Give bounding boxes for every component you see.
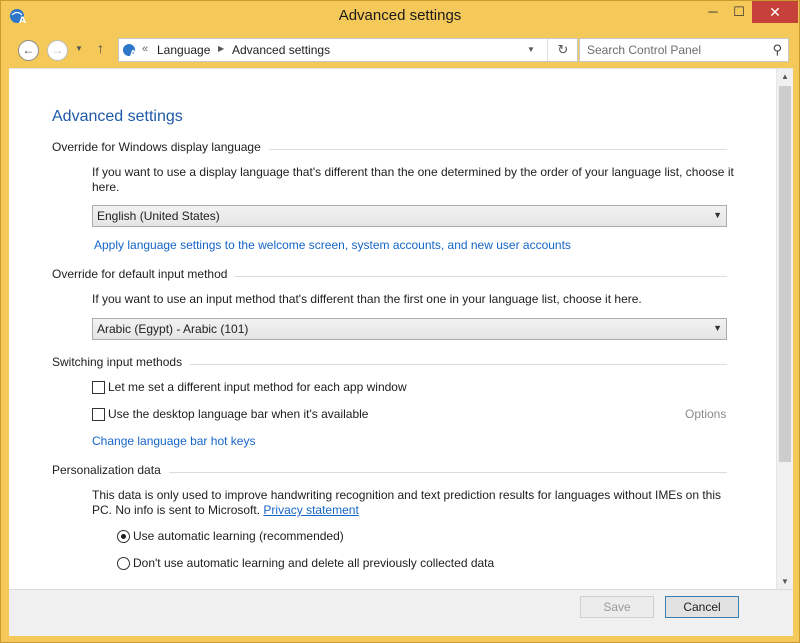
display-language-description: If you want to use a display language th… <box>92 165 734 194</box>
recent-locations-button[interactable]: ▼ <box>75 44 83 53</box>
input-method-select[interactable]: Arabic (Egypt) - Arabic (101) ▼ <box>92 318 727 340</box>
section-display-language: Override for Windows display language <box>52 140 727 158</box>
language-bar-options-link[interactable]: Options <box>685 407 726 421</box>
forward-button[interactable]: → <box>47 40 68 61</box>
refresh-button[interactable]: ↻ <box>547 39 578 61</box>
no-automatic-learning-radio[interactable] <box>117 557 130 570</box>
close-button[interactable]: ✕ <box>752 1 798 23</box>
window-title: Advanced settings <box>338 7 462 24</box>
dialog-footer: Save Cancel <box>9 589 793 636</box>
breadcrumb-language[interactable]: Language <box>157 43 210 57</box>
input-method-description: If you want to use an input method that'… <box>92 292 642 306</box>
automatic-learning-radio[interactable] <box>117 530 130 543</box>
desktop-language-bar-checkbox[interactable] <box>92 408 105 421</box>
section-heading: Switching input methods <box>52 355 191 369</box>
vertical-scrollbar[interactable]: ▲ ▼ <box>776 69 793 589</box>
display-language-select[interactable]: English (United States) ▼ <box>92 205 727 227</box>
checkbox-label[interactable]: Use the desktop language bar when it's a… <box>108 407 368 421</box>
svg-text:A: A <box>130 49 137 58</box>
description-text: This data is only used to improve handwr… <box>92 488 722 517</box>
section-heading: Override for default input method <box>52 267 236 281</box>
page-title: Advanced settings <box>52 108 183 125</box>
change-hot-keys-link[interactable]: Change language bar hot keys <box>92 434 255 448</box>
navigation-bar: ← → ▼ ↑ A « Language ▶ Advanced settings… <box>9 32 793 68</box>
scroll-thumb[interactable] <box>779 86 791 462</box>
section-personalization: Personalization data <box>52 463 727 481</box>
breadcrumb-advanced-settings[interactable]: Advanced settings <box>232 43 330 57</box>
radio-selected-dot <box>121 534 126 539</box>
search-input[interactable] <box>580 39 760 61</box>
content-pane: Advanced settings Override for Windows d… <box>9 68 793 589</box>
apply-language-settings-link[interactable]: Apply language settings to the welcome s… <box>94 238 571 252</box>
search-icon[interactable]: ⚲ <box>772 42 782 58</box>
cancel-button[interactable]: Cancel <box>665 596 739 618</box>
select-value: Arabic (Egypt) - Arabic (101) <box>97 322 249 336</box>
radio-label[interactable]: Use automatic learning (recommended) <box>133 529 344 543</box>
address-bar[interactable]: A « Language ▶ Advanced settings ▼ ↻ <box>118 38 578 62</box>
up-button[interactable]: ↑ <box>97 40 104 56</box>
maximize-button[interactable]: ☐ <box>724 1 754 23</box>
title-bar[interactable]: A Advanced settings ─ ☐ ✕ <box>1 1 799 32</box>
search-box[interactable]: ⚲ <box>579 38 789 62</box>
breadcrumb-separator-icon[interactable]: ▶ <box>218 44 224 53</box>
save-button[interactable]: Save <box>580 596 654 618</box>
section-heading: Personalization data <box>52 463 169 477</box>
chevron-down-icon: ▼ <box>713 323 722 333</box>
section-input-method: Override for default input method <box>52 267 727 285</box>
select-value: English (United States) <box>97 209 220 223</box>
checkbox-label[interactable]: Let me set a different input method for … <box>108 380 407 394</box>
scroll-up-icon[interactable]: ▲ <box>781 72 789 81</box>
radio-label[interactable]: Don't use automatic learning and delete … <box>133 556 494 570</box>
privacy-statement-link[interactable]: Privacy statement <box>263 503 358 517</box>
overflow-chevron-icon[interactable]: « <box>142 43 148 55</box>
personalization-description: This data is only used to improve handwr… <box>92 488 737 518</box>
back-button[interactable]: ← <box>18 40 39 61</box>
chevron-down-icon: ▼ <box>713 210 722 220</box>
section-heading: Override for Windows display language <box>52 140 269 154</box>
per-app-input-method-checkbox[interactable] <box>92 381 105 394</box>
scroll-down-icon[interactable]: ▼ <box>781 577 789 586</box>
address-dropdown-icon[interactable]: ▼ <box>527 45 535 54</box>
section-switching: Switching input methods <box>52 355 727 373</box>
window: A Advanced settings ─ ☐ ✕ ← → ▼ ↑ A « La… <box>0 0 800 643</box>
language-icon: A <box>123 44 137 58</box>
